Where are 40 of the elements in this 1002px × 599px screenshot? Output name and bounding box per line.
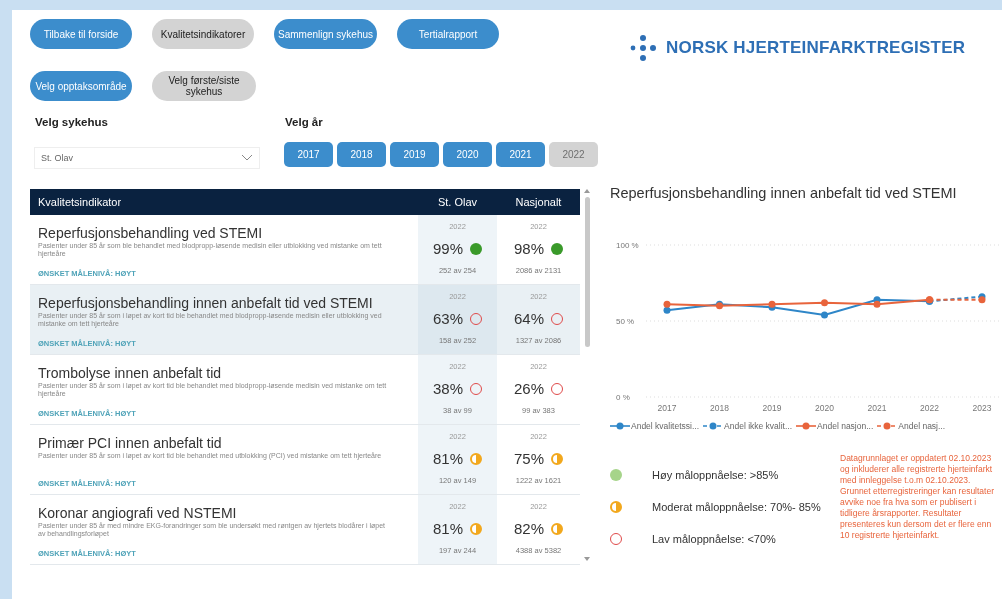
legend-label: Moderat måloppnåelse: 70%- 85% [652, 501, 821, 513]
indicator-title: Koronar angiografi ved NSTEMI [38, 505, 238, 521]
indicator-title: Reperfusjonsbehandling innen anbefalt tid ved STEMI [38, 295, 374, 311]
column-header: Nasjonalt [514, 196, 563, 208]
column-header: St. Olav [436, 196, 479, 208]
indicator-title: Reperfusjonsbehandling ved STEMI [38, 225, 264, 241]
axis-tick-label: 2022 [920, 403, 939, 413]
axis-tick-label: 2019 [762, 403, 782, 413]
axis-tick-label: 2023 [972, 403, 992, 413]
legend-label: Andel nasj... [898, 421, 946, 431]
percent-value: 81% [433, 450, 463, 467]
indicator-title: Trombolyse innen anbefalt tid [38, 365, 223, 381]
column-header: Kvalitetsindikator [37, 196, 123, 208]
legend-label: Lav måloppnåelse: <70% [652, 533, 776, 545]
axis-tick-label: 2021 [867, 403, 887, 413]
axis-tick-label: 0 % [616, 393, 630, 402]
percent-value: 99% [433, 240, 463, 257]
axis-tick-label: 2020 [815, 403, 834, 413]
percent-value: 82% [514, 520, 544, 537]
filter-label: Velg år [284, 116, 324, 128]
filter-label: Velg sykehus [34, 116, 109, 128]
legend-label: Andel ikke kvalit... [724, 421, 793, 431]
indicator-title: Primær PCI innen anbefalt tid [38, 435, 223, 451]
legend-label: Andel kvalitetssi... [631, 421, 700, 431]
percent-value: 26% [514, 380, 544, 397]
legend-label: Høy måloppnåelse: >85% [652, 469, 779, 481]
axis-tick-label: 50 % [616, 317, 635, 326]
logo-text: NORSK HJERTEINFARKTREGISTER [666, 38, 966, 58]
percent-value: 38% [433, 380, 463, 397]
percent-value: 63% [433, 310, 463, 327]
axis-tick-label: 2018 [710, 403, 729, 413]
axis-tick-label: 100 % [616, 241, 639, 250]
percent-value: 75% [514, 450, 544, 467]
axis-tick-label: 2017 [657, 403, 677, 413]
chart-title: Reperfusjonsbehandling innen anbefalt tid ved STEMI [610, 185, 958, 201]
percent-value: 64% [514, 310, 544, 327]
percent-value: 98% [514, 240, 544, 257]
percent-value: 81% [433, 520, 463, 537]
legend-label: Andel nasjon... [817, 421, 874, 431]
data-note: Datagrunnlaget er oppdatert 02.10.2023 og inkluderer alle registrerte hjerteinfarkt med innleggelse t.o.m 02.10.2023. Grunnet etterregistreringer kan resultater avvike noe fra hva som er publisert i tidligere årsrapporter. Resultater presenteres kun dersom det er flere enn 10 registrerte hjerteinfarkt. [840, 453, 996, 543]
